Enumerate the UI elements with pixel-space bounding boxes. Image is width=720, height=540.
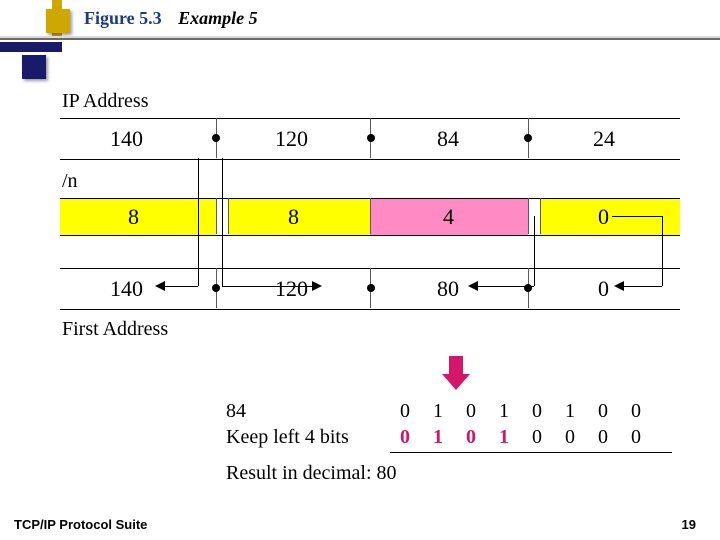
bit-o-3: 1 — [497, 400, 511, 423]
ip-octet-3: 24 — [593, 126, 615, 152]
ip-dot-1 — [367, 134, 375, 142]
first-octet-3: 0 — [598, 276, 609, 302]
bit-k-2: 0 — [464, 426, 478, 449]
first-octet-1: 120 — [275, 276, 308, 302]
first-dot-1 — [367, 284, 375, 292]
page-number: 19 — [682, 517, 696, 532]
zero-line-v — [662, 216, 663, 286]
bit-k-1: 1 — [431, 426, 445, 449]
mask-gap-1b — [228, 198, 229, 234]
byte-value: 84 — [226, 400, 246, 423]
bit-k-4: 0 — [530, 426, 544, 449]
bit-o-0: 0 — [398, 400, 412, 423]
zero-arrow — [614, 281, 624, 291]
copy-line-1h — [222, 286, 312, 287]
first-octet-0: 140 — [110, 276, 143, 302]
result-label: Result in decimal: 80 — [226, 462, 397, 485]
title-shadow — [0, 38, 720, 40]
bit-k-7: 0 — [629, 426, 643, 449]
mask-gap-3b — [540, 198, 541, 234]
bit-o-5: 1 — [563, 400, 577, 423]
bit-k-3: 1 — [497, 426, 511, 449]
bit-o-1: 1 — [431, 400, 445, 423]
keep-left-label: Keep left 4 bits — [226, 426, 349, 449]
mask-gap-3a — [528, 198, 529, 234]
calc-line-vtop — [534, 216, 535, 286]
ip-octet-2: 84 — [437, 126, 459, 152]
bit-o-7: 0 — [629, 400, 643, 423]
bit-o-2: 0 — [464, 400, 478, 423]
figure-subtitle: Example 5 — [178, 8, 258, 28]
ip-dot-0 — [212, 134, 220, 142]
mask-cell-1 — [229, 199, 370, 235]
bit-k-0: 0 — [398, 426, 412, 449]
mask-sep-2 — [370, 198, 371, 234]
mask-cell-3 — [540, 199, 680, 235]
mask-octet-2: 4 — [443, 204, 454, 230]
mask-label: /n — [62, 170, 78, 193]
calc-line-h — [478, 286, 534, 287]
copy-arrow-1 — [312, 281, 322, 291]
decor-navy-square — [22, 55, 46, 79]
ip-address-label: IP Address — [62, 90, 148, 113]
mask-octet-1: 8 — [288, 204, 299, 230]
zero-line-h2 — [624, 286, 662, 287]
first-address-label: First Address — [62, 318, 168, 341]
ip-dot-2 — [524, 134, 532, 142]
bit-o-6: 0 — [596, 400, 610, 423]
footer-left: TCP/IP Protocol Suite — [14, 517, 147, 532]
bit-k-5: 0 — [563, 426, 577, 449]
bits-underline — [390, 452, 672, 453]
figure-number: Figure 5.3 — [84, 8, 162, 28]
figure-title: Figure 5.3 Example 5 — [84, 8, 258, 29]
decor-horiz-bar — [0, 42, 62, 52]
decor-yellow-square — [46, 9, 70, 33]
copy-line-1v — [222, 158, 223, 286]
calc-arrow — [468, 281, 478, 291]
mask-octet-3: 0 — [598, 204, 609, 230]
first-dot-0 — [212, 284, 220, 292]
copy-hline-0 — [165, 286, 198, 287]
down-arrow-icon — [447, 356, 465, 390]
bit-k-6: 0 — [596, 426, 610, 449]
first-octet-2: 80 — [437, 276, 459, 302]
copy-line-0 — [198, 158, 199, 286]
mask-octet-0: 8 — [128, 204, 139, 230]
copy-arrow-0 — [155, 281, 165, 291]
bits-original: 0 1 0 1 0 1 0 0 — [398, 400, 643, 423]
bit-o-4: 0 — [530, 400, 544, 423]
bits-kept: 0 1 0 1 0 0 0 0 — [398, 426, 643, 449]
ip-octet-1: 120 — [275, 126, 308, 152]
zero-line-h — [612, 216, 662, 217]
mask-gap-1a — [216, 198, 217, 234]
ip-octet-0: 140 — [110, 126, 143, 152]
